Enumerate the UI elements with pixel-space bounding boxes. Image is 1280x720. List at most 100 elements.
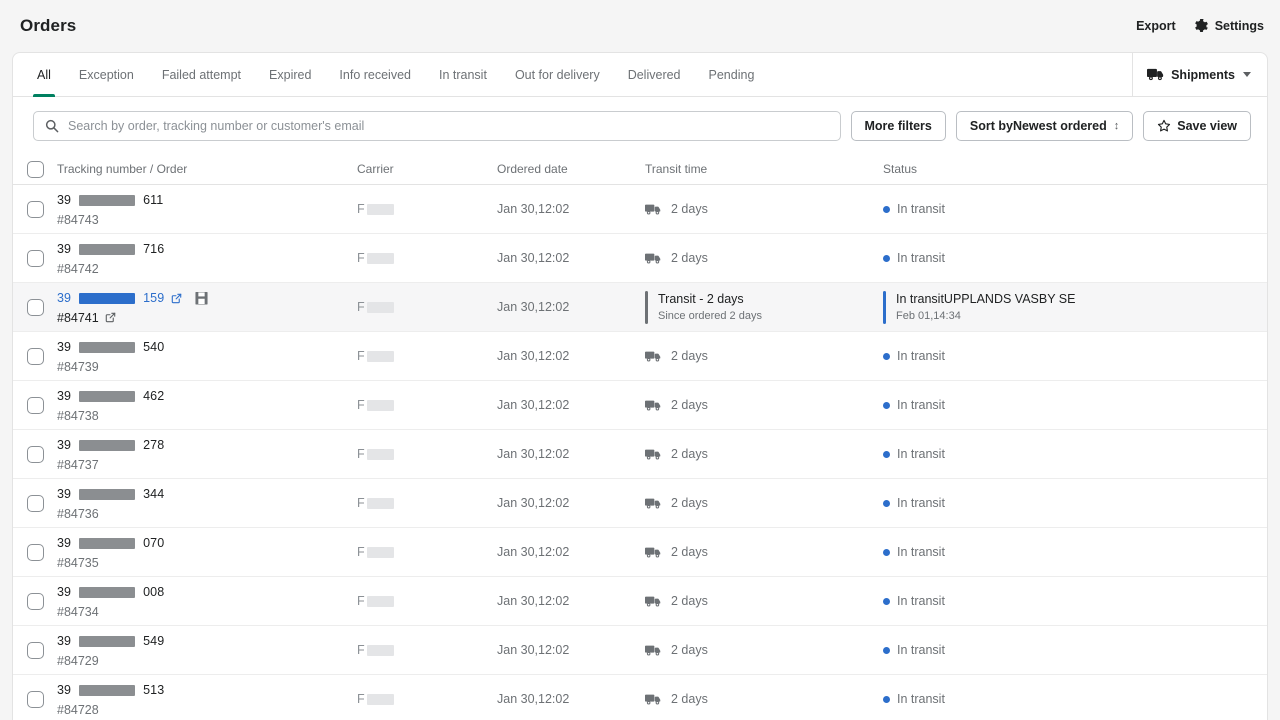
transit-time-cell: 2 days [645, 251, 883, 266]
row-checkbox[interactable] [26, 592, 44, 610]
orders-card: All Exception Failed attempt Expired Info re… [12, 52, 1268, 720]
search-box[interactable] [33, 111, 841, 141]
order-number[interactable]: #84734 [57, 605, 357, 619]
tracking-order-cell: 39 159 #84741 [57, 290, 357, 325]
export-button[interactable]: Export [1136, 19, 1176, 33]
row-checkbox[interactable] [26, 543, 44, 561]
tracking-number-redacted [79, 684, 136, 696]
transit-time-value: 2 days [645, 251, 883, 266]
row-checkbox[interactable] [26, 347, 44, 365]
truck-icon [645, 251, 662, 266]
ordered-date-cell: Jan 30,12:02 [497, 347, 645, 365]
table-row[interactable]: 39 070 #84735 F Jan 30,12:02 2 days In transit [13, 528, 1267, 577]
tracking-number[interactable]: 39 611 [57, 192, 357, 209]
external-link-icon[interactable] [105, 312, 116, 323]
sort-button[interactable]: Sort byNewest ordered ↕ [955, 111, 1134, 141]
tracking-number[interactable]: 39 070 [57, 535, 357, 552]
tab-failed-attempt[interactable]: Failed attempt [148, 53, 255, 96]
table-row[interactable]: 39 549 #84729 F Jan 30,12:02 2 days In transit [13, 626, 1267, 675]
order-number[interactable]: #84728 [57, 703, 357, 717]
tracking-number-suffix: 159 [143, 290, 165, 305]
row-checkbox[interactable] [26, 690, 44, 708]
shipments-selector[interactable]: Shipments [1132, 53, 1267, 96]
table-row[interactable]: 39 159 #84741 F Jan 30,12:02 Transit - 2 days… [13, 283, 1267, 332]
more-filters-button[interactable]: More filters [850, 111, 946, 141]
table-row[interactable]: 39 462 #84738 F Jan 30,12:02 2 days In transit [13, 381, 1267, 430]
shipments-label: Shipments [1171, 67, 1235, 82]
tab-pending[interactable]: Pending [695, 53, 769, 96]
tracking-number[interactable]: 39 344 [57, 486, 357, 503]
table-row[interactable]: 39 611 #84743 F Jan 30,12:02 2 days In transit [13, 185, 1267, 234]
order-number-label: #84736 [57, 506, 99, 521]
order-number[interactable]: #84738 [57, 409, 357, 423]
status-cell: In transit [883, 349, 1267, 363]
order-number[interactable]: #84736 [57, 507, 357, 521]
tracking-order-cell: 39 344 #84736 [57, 486, 357, 521]
row-select-cell [13, 690, 57, 708]
row-checkbox[interactable] [26, 445, 44, 463]
carrier-prefix: F [357, 496, 365, 510]
tracking-number[interactable]: 39 513 [57, 682, 357, 699]
ordered-date-value: Jan 30,12:02 [497, 594, 570, 608]
tracking-number-suffix: 462 [143, 388, 165, 403]
order-number[interactable]: #84729 [57, 654, 357, 668]
tracking-number[interactable]: 39 540 [57, 339, 357, 356]
truck-icon [645, 545, 662, 560]
ordered-date-cell: Jan 30,12:02 [497, 543, 645, 561]
truck-icon [1147, 66, 1164, 83]
tab-delivered[interactable]: Delivered [614, 53, 695, 96]
ordered-date-value: Jan 30,12:02 [497, 447, 570, 461]
order-number[interactable]: #84739 [57, 360, 357, 374]
carrier-value: F [357, 643, 497, 657]
ordered-date-cell: Jan 30,12:02 [497, 298, 645, 316]
ordered-date-value: Jan 30,12:02 [497, 692, 570, 706]
table-row[interactable]: 39 344 #84736 F Jan 30,12:02 2 days In transit [13, 479, 1267, 528]
chevron-down-icon [1243, 72, 1251, 77]
transit-time-value: 2 days [645, 349, 883, 364]
tracking-number[interactable]: 39 462 [57, 388, 357, 405]
tracking-number[interactable]: 39 716 [57, 241, 357, 258]
tracking-number[interactable]: 39 159 [57, 290, 357, 307]
tab-out-for-delivery[interactable]: Out for delivery [501, 53, 614, 96]
table-row[interactable]: 39 716 #84742 F Jan 30,12:02 2 days In transit [13, 234, 1267, 283]
order-number-label: #84728 [57, 702, 99, 717]
status-cell: In transitUPPLANDS VASBY SE Feb 01,14:34 [883, 290, 1267, 324]
tab-in-transit[interactable]: In transit [425, 53, 501, 96]
order-number[interactable]: #84741 [57, 311, 357, 325]
table-row[interactable]: 39 008 #84734 F Jan 30,12:02 2 days In transit [13, 577, 1267, 626]
tracking-number[interactable]: 39 549 [57, 633, 357, 650]
order-number[interactable]: #84735 [57, 556, 357, 570]
order-number[interactable]: #84742 [57, 262, 357, 276]
row-checkbox[interactable] [26, 200, 44, 218]
tracking-number[interactable]: 39 278 [57, 437, 357, 454]
row-checkbox[interactable] [26, 641, 44, 659]
tracking-number[interactable]: 39 008 [57, 584, 357, 601]
row-checkbox[interactable] [26, 494, 44, 512]
row-checkbox[interactable] [26, 396, 44, 414]
carrier-cell: F [357, 202, 497, 216]
tracking-number-prefix: 39 [57, 535, 72, 550]
carrier-cell: F [357, 398, 497, 412]
external-link-icon[interactable] [171, 293, 182, 304]
tracking-order-cell: 39 008 #84734 [57, 584, 357, 619]
carrier-prefix: F [357, 251, 365, 265]
row-checkbox[interactable] [26, 249, 44, 267]
search-input[interactable] [68, 119, 829, 133]
tab-exception[interactable]: Exception [65, 53, 148, 96]
table-row[interactable]: 39 278 #84737 F Jan 30,12:02 2 days In transit [13, 430, 1267, 479]
table-row[interactable]: 39 513 #84728 F Jan 30,12:02 2 days In transit [13, 675, 1267, 720]
row-checkbox[interactable] [26, 298, 44, 316]
copy-icon[interactable] [195, 291, 208, 305]
tab-all[interactable]: All [23, 53, 65, 97]
tab-expired[interactable]: Expired [255, 53, 325, 96]
select-all-checkbox[interactable] [26, 160, 44, 178]
save-view-button[interactable]: Save view [1143, 111, 1251, 141]
order-number[interactable]: #84737 [57, 458, 357, 472]
order-number[interactable]: #84743 [57, 213, 357, 227]
truck-icon [645, 398, 662, 413]
status-label: In transit [897, 496, 945, 510]
truck-icon [645, 496, 662, 511]
table-row[interactable]: 39 540 #84739 F Jan 30,12:02 2 days In transit [13, 332, 1267, 381]
tab-info-received[interactable]: Info received [325, 53, 425, 96]
settings-button[interactable]: Settings [1194, 18, 1264, 34]
